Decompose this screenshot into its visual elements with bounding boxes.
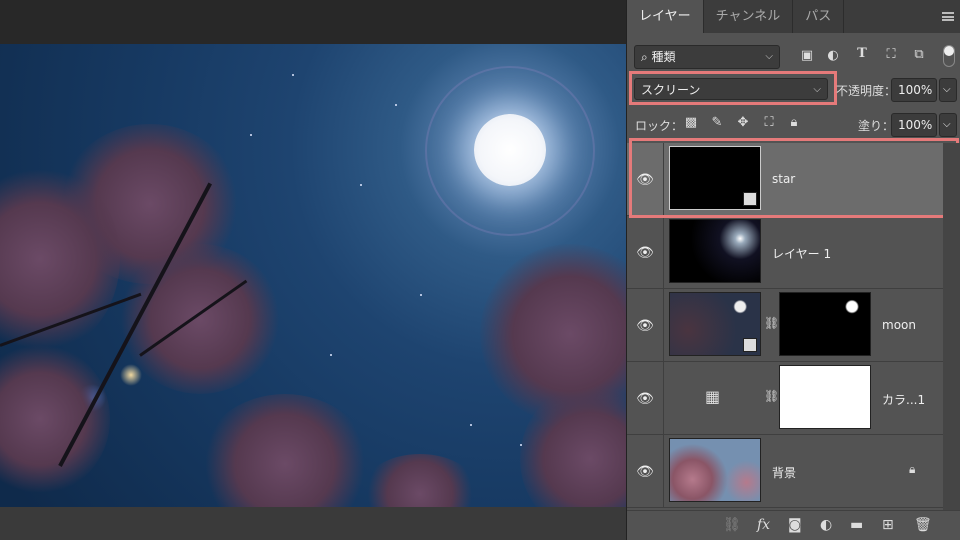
layer-name[interactable]: 背景 bbox=[772, 464, 796, 481]
image-filter-icon[interactable]: ▣ bbox=[799, 48, 815, 63]
shape-filter-icon[interactable]: ⛶ bbox=[883, 47, 899, 62]
filter-toggle[interactable] bbox=[943, 45, 955, 67]
layer-name[interactable]: レイヤー 1 bbox=[772, 245, 831, 262]
visibility-eye-icon[interactable]: 👁︎ bbox=[627, 216, 664, 289]
folder-icon[interactable]: ▬ bbox=[850, 517, 863, 533]
blossom bbox=[0, 344, 110, 494]
panel-footer: ⛓ fx ◙ ◐ ▬ ⊞ 🗑︎ bbox=[627, 510, 960, 540]
opacity-input[interactable]: 100% bbox=[891, 78, 937, 102]
canvas-area bbox=[0, 0, 626, 540]
adjustment-filter-icon[interactable]: ◐ bbox=[825, 48, 841, 63]
blend-mode-highlight bbox=[629, 71, 837, 105]
layer-list-scrollbar[interactable] bbox=[943, 143, 960, 510]
status-bar bbox=[0, 507, 626, 540]
fill-dropdown[interactable]: ⌵ bbox=[939, 113, 957, 137]
adjustment-table-icon: ▦ bbox=[705, 387, 721, 406]
new-layer-icon[interactable]: ⊞ bbox=[882, 517, 894, 533]
lock-transparent-icon[interactable]: ▩ bbox=[683, 115, 699, 130]
star bbox=[520, 444, 522, 446]
adjustment-layer-icon[interactable]: ◐ bbox=[820, 517, 832, 533]
filter-label: 種類 bbox=[651, 50, 676, 64]
lock-move-icon[interactable]: ✥ bbox=[735, 115, 751, 130]
lock-paint-brush-icon[interactable]: ✎ bbox=[709, 115, 725, 130]
lock-icon: 🔒︎ bbox=[909, 462, 916, 476]
layer-thumbnail bbox=[669, 438, 761, 502]
layer-thumbnail bbox=[669, 219, 761, 283]
blossom bbox=[360, 454, 480, 507]
star bbox=[395, 104, 397, 106]
trash-icon[interactable]: 🗑︎ bbox=[914, 517, 932, 533]
layer-row-layer1[interactable]: 👁︎ レイヤー 1 bbox=[627, 216, 943, 289]
fill-input[interactable]: 100% bbox=[891, 113, 937, 137]
opacity-dropdown[interactable]: ⌵ bbox=[939, 78, 957, 102]
layer-mask-thumbnail[interactable] bbox=[779, 365, 871, 429]
type-filter-icon[interactable]: T bbox=[854, 46, 870, 61]
layer-row-moon[interactable]: 👁︎ ⛓ moon bbox=[627, 289, 943, 362]
filter-kind-select[interactable]: ⌕ 種類 ⌵ bbox=[634, 45, 780, 69]
mask-link-icon[interactable]: ⛓ bbox=[764, 316, 779, 330]
star bbox=[360, 184, 362, 186]
smart-object-icon bbox=[743, 338, 757, 352]
star bbox=[330, 354, 332, 356]
layer-thumbnail bbox=[669, 292, 761, 356]
layer-row-background[interactable]: 👁︎ 背景 🔒︎ bbox=[627, 435, 943, 508]
search-icon: ⌕ bbox=[641, 50, 652, 64]
add-mask-icon[interactable]: ◙ bbox=[788, 517, 802, 533]
tab-paths[interactable]: パス bbox=[793, 0, 845, 33]
lock-all-icon[interactable]: 🔒︎ bbox=[786, 115, 802, 130]
chevron-down-icon: ⌵ bbox=[765, 51, 773, 62]
selected-layer-highlight bbox=[629, 138, 959, 218]
visibility-eye-icon[interactable]: 👁︎ bbox=[627, 289, 664, 362]
document-image[interactable] bbox=[0, 44, 626, 507]
panel-tabs: レイヤー チャンネル パス bbox=[627, 0, 960, 33]
visibility-eye-icon[interactable]: 👁︎ bbox=[627, 435, 664, 508]
smart-object-filter-icon[interactable]: ⧉ bbox=[911, 47, 927, 62]
layer-row-color-fill[interactable]: 👁︎ ▦ ⛓ カラ...1 bbox=[627, 362, 943, 435]
layers-panel: レイヤー チャンネル パス ⌕ 種類 ⌵ ▣ ◐ T ⛶ ⧉ スクリーン ⌵ 不透明… bbox=[626, 0, 960, 540]
panel-menu-icon[interactable] bbox=[942, 12, 954, 21]
layer-name[interactable]: カラ...1 bbox=[882, 391, 925, 408]
layer-name[interactable]: moon bbox=[882, 318, 916, 332]
star bbox=[420, 294, 422, 296]
fx-icon[interactable]: fx bbox=[757, 517, 770, 533]
star bbox=[470, 424, 472, 426]
tab-layers[interactable]: レイヤー bbox=[627, 0, 704, 33]
star bbox=[292, 74, 294, 76]
star bbox=[250, 134, 252, 136]
layer-mask-thumbnail[interactable] bbox=[779, 292, 871, 356]
lock-artboard-icon[interactable]: ⛶ bbox=[761, 115, 777, 130]
lock-label: ロック： bbox=[635, 119, 684, 133]
mask-link-icon[interactable]: ⛓ bbox=[764, 389, 779, 403]
moon bbox=[474, 114, 546, 186]
tab-channels[interactable]: チャンネル bbox=[704, 0, 794, 33]
blossom bbox=[200, 394, 370, 507]
fill-label: 塗り： bbox=[858, 119, 895, 133]
link-layers-icon[interactable]: ⛓ bbox=[723, 517, 741, 533]
visibility-eye-icon[interactable]: 👁︎ bbox=[627, 362, 664, 435]
blossom bbox=[120, 244, 280, 394]
opacity-label: 不透明度： bbox=[836, 84, 897, 98]
